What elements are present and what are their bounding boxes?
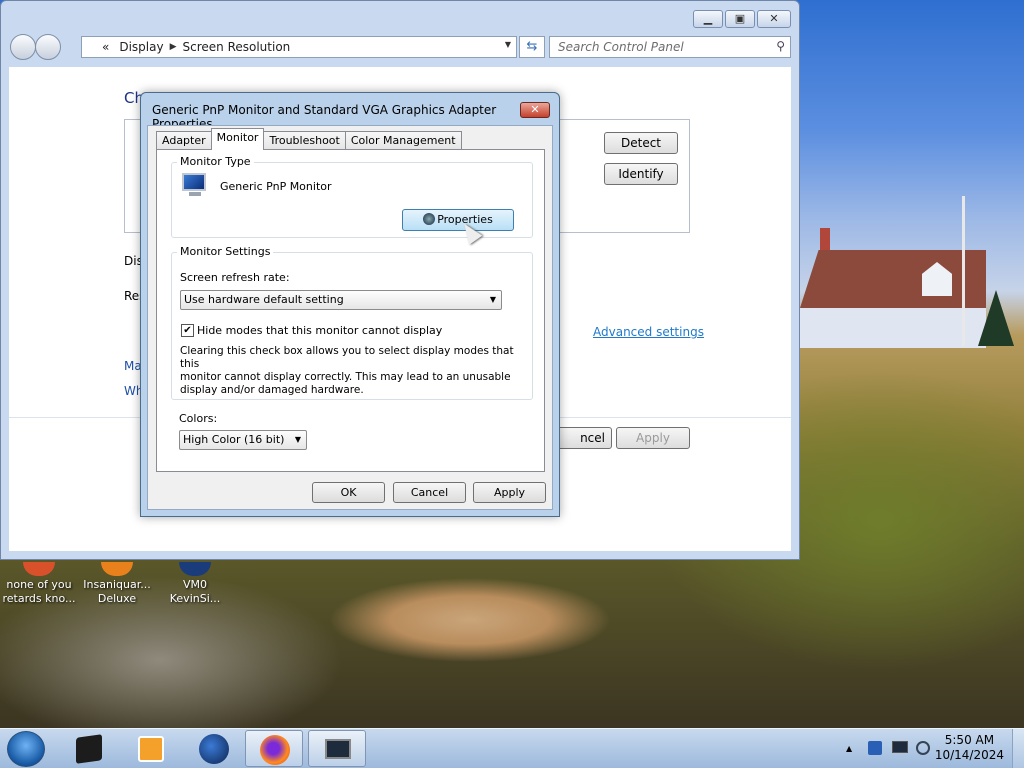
tab-monitor[interactable]: Monitor [210,128,265,150]
apply-button[interactable]: Apply [616,427,690,449]
desktop-icon-label: Deluxe [97,592,137,605]
media-player-icon [76,734,102,764]
desktop-icon-vm0[interactable]: VM0 KevinSi... [156,562,234,606]
description-line: display and/or damaged hardware. [180,384,364,396]
window-caption-buttons: ▁ ▣ ✕ [693,10,791,28]
wallpaper-flagpole [962,196,965,346]
show-desktop-button[interactable] [1012,729,1024,768]
red-orange-app-icon [23,562,55,576]
start-button[interactable] [7,731,45,767]
taskbar-video-player[interactable] [122,730,180,767]
desktop-icon-label: Insaniquar... [83,578,151,591]
ok-button[interactable]: OK [312,482,385,503]
hide-modes-checkbox[interactable]: ✔ [181,324,194,337]
blue-app-icon [179,562,211,576]
search-input[interactable]: Search Control Panel ⚲ [549,36,791,58]
detect-button[interactable]: Detect [604,132,678,154]
identify-button[interactable]: Identify [604,163,678,185]
search-icon[interactable]: ⚲ [776,39,785,53]
tray-chevron-icon[interactable]: ▲ [846,744,852,753]
description-line: Clearing this check box allows you to se… [180,345,514,370]
breadcrumb-screen-resolution[interactable]: Screen Resolution [183,40,291,54]
tab-troubleshoot[interactable]: Troubleshoot [263,131,346,150]
monitor-tab-panel: Monitor Type Generic PnP Monitor Propert… [156,149,545,472]
desktop-icon-insaniquarium[interactable]: Insaniquar... Deluxe [78,562,156,606]
network-icon[interactable] [868,741,882,755]
globe-browser-icon [199,734,229,764]
desktop-icon-label: none of you [6,578,72,591]
breadcrumb-display[interactable]: Display [119,40,163,54]
monitor-settings-group: Monitor Settings Screen refresh rate: Us… [171,245,533,400]
address-bar[interactable]: « Display ▶ Screen Resolution ▼ [81,36,517,58]
monitor-name: Generic PnP Monitor [220,180,332,193]
volume-icon[interactable] [916,741,930,755]
taskbar-media-player[interactable] [62,730,120,767]
breadcrumb-separator-icon[interactable]: ▶ [170,42,177,52]
desktop-icon-label: VM0 [182,578,207,591]
system-clock[interactable]: 5:50 AM 10/14/2024 [935,733,1004,763]
refresh-rate-select[interactable]: Use hardware default setting ▼ [180,290,502,310]
maximize-button[interactable]: ▣ [725,10,755,28]
refresh-rate-label: Screen refresh rate: [180,271,290,284]
hide-modes-label[interactable]: Hide modes that this monitor cannot disp… [197,324,442,337]
dialog-close-button[interactable]: ✕ [520,102,550,118]
desktop-icon-none-of-you[interactable]: none of you retards kno... [0,562,78,606]
taskbar-browser[interactable] [184,730,242,767]
search-placeholder: Search Control Panel [558,40,684,54]
taskbar-firefox[interactable] [245,730,303,767]
taskbar: ▲ 5:50 AM 10/14/2024 [0,728,1024,768]
dialog-apply-button[interactable]: Apply [473,482,546,503]
desktop-icon-label: retards kno... [2,592,76,605]
colors-select[interactable]: High Color (16 bit) ▼ [179,430,307,450]
dialog-body: Adapter Monitor Troubleshoot Color Manag… [147,125,553,510]
chevron-down-icon[interactable]: ▼ [505,40,511,49]
tab-adapter[interactable]: Adapter [156,131,212,150]
taskbar-display-settings[interactable] [308,730,366,767]
video-player-icon [138,736,164,762]
minimize-button[interactable]: ▁ [693,10,723,28]
forward-button[interactable] [35,34,61,60]
display-settings-icon [325,739,351,759]
description-line: monitor cannot display correctly. This m… [180,371,511,383]
display-tray-icon[interactable] [892,741,908,753]
close-button[interactable]: ✕ [757,10,791,28]
colors-label: Colors: [179,412,218,425]
breadcrumb-overflow-icon[interactable]: « [102,40,109,54]
dialog-tabs: Adapter Monitor Troubleshoot Color Manag… [156,128,462,150]
back-button[interactable] [10,34,36,60]
shield-icon [423,213,436,225]
clock-date: 10/14/2024 [934,748,1004,762]
refresh-rate-value: Use hardware default setting [184,293,344,306]
wallpaper-house [800,228,986,348]
chevron-down-icon: ▼ [489,295,496,304]
refresh-button[interactable]: ⇆ [519,36,545,58]
tab-color-management[interactable]: Color Management [344,131,462,150]
desktop-icon-label: KevinSi... [169,592,221,605]
advanced-settings-link[interactable]: Advanced settings [593,325,704,339]
monitor-type-group: Monitor Type Generic PnP Monitor Propert… [171,155,533,238]
monitor-icon [182,173,208,199]
clock-time: 5:50 AM [944,733,995,747]
orange-game-icon [101,562,133,576]
group-title: Monitor Settings [177,245,274,258]
group-title: Monitor Type [177,155,254,168]
nav-buttons [10,34,61,60]
firefox-icon [260,735,290,765]
dialog-cancel-button[interactable]: Cancel [393,482,466,503]
monitor-properties-dialog: Generic PnP Monitor and Standard VGA Gra… [140,92,560,517]
hide-modes-description: Clearing this check box allows you to se… [180,345,532,397]
chevron-down-icon: ▼ [294,435,301,444]
colors-value: High Color (16 bit) [183,433,285,446]
